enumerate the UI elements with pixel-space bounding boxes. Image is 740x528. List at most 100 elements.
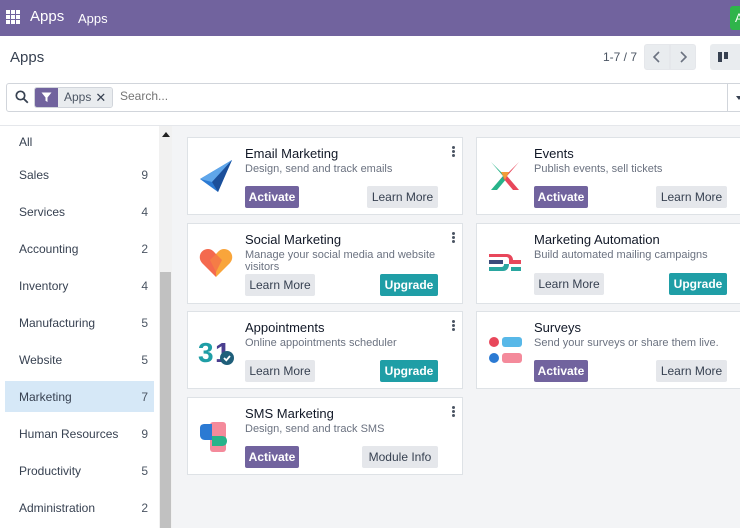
sidebar-item-count: 9 [141,167,148,182]
app-card-description: Send your surveys or share them live. [534,337,719,349]
sidebar-item-count: 4 [141,278,148,293]
top-navbar: Apps Apps A [0,0,740,36]
app-card-title: Appointments [245,320,325,335]
navbar-brand[interactable]: Apps [30,8,64,25]
sidebar-item-website[interactable]: Website 5 [5,344,154,375]
navbar-menu-apps[interactable]: Apps [78,11,108,26]
app-card-sms-marketing[interactable]: SMS Marketing Design, send and track SMS… [187,397,463,475]
sidebar-item-count: 5 [141,463,148,478]
search-input[interactable] [120,89,600,103]
sidebar-item-label: Marketing [19,389,72,404]
app-card-title: Surveys [534,320,581,335]
pager-previous-button[interactable] [644,44,670,70]
app-card-marketing-automation[interactable]: Marketing Automation Build automated mai… [476,223,740,304]
app-card-title: Email Marketing [245,146,339,161]
marketing-automation-icon [489,254,521,271]
app-card-title: Social Marketing [245,232,342,247]
breadcrumb: Apps [10,49,45,66]
activate-button[interactable]: Activate [245,186,299,208]
search-options-toggle[interactable] [727,84,740,111]
app-card-title: Events [534,146,574,161]
upgrade-button[interactable]: Upgrade [380,360,438,382]
sidebar-item-count: 2 [141,500,148,515]
app-card-description: Design, send and track emails [245,163,393,175]
scroll-up-arrow-icon[interactable] [162,132,170,137]
scrollbar-thumb[interactable] [160,272,171,528]
app-menu-grid-icon[interactable] [6,10,20,24]
card-menu-icon[interactable] [452,146,455,158]
sidebar-item-count: 4 [141,204,148,219]
sidebar-item-label: Productivity [19,463,82,478]
sidebar-item-marketing[interactable]: Marketing 7 [5,381,154,412]
app-card-description: Online appointments scheduler [245,337,397,349]
card-menu-icon[interactable] [452,406,455,418]
module-info-button[interactable]: Module Info [362,446,438,468]
sidebar-item-count: 2 [141,241,148,256]
pager-next-button[interactable] [670,44,696,70]
sidebar-item-all[interactable]: All [5,126,154,157]
pager-value[interactable]: 1-7 / 7 [603,50,637,64]
kanban-icon [718,52,728,62]
remove-facet-icon[interactable]: ✕ [95,88,113,107]
sidebar-item-inventory[interactable]: Inventory 4 [5,270,154,301]
sidebar-item-label: Accounting [19,241,79,256]
sidebar-item-human-resources[interactable]: Human Resources 9 [5,418,154,449]
apps-kanban: Email Marketing Design, send and track e… [172,126,740,528]
events-icon [491,162,519,190]
search-icon[interactable] [15,90,29,104]
app-card-social-marketing[interactable]: Social Marketing Manage your social medi… [187,223,463,304]
sidebar-item-count: 9 [141,426,148,441]
app-card-description: Publish events, sell tickets [534,163,663,175]
learn-more-button[interactable]: Learn More [245,360,315,382]
upgrade-button[interactable]: Upgrade [380,274,438,296]
learn-more-button[interactable]: Learn More [367,186,438,208]
sidebar-item-label: Inventory [19,278,69,293]
filter-icon [35,88,58,107]
user-avatar[interactable]: A [730,6,740,30]
sidebar-item-services[interactable]: Services 4 [5,196,154,227]
card-menu-icon[interactable] [452,320,455,332]
sidebar-item-label: Services [19,204,66,219]
app-card-description: Design, send and track SMS [245,423,385,435]
sidebar-item-label: Administration [19,500,96,515]
activate-button[interactable]: Activate [245,446,299,468]
learn-more-button[interactable]: Learn More [245,274,315,296]
learn-more-button[interactable]: Learn More [534,273,604,295]
social-marketing-icon [199,249,233,277]
filter-facet-label: Apps [58,88,96,107]
app-card-appointments[interactable]: 3 1 Appointments Online appointments sch… [187,311,463,389]
app-card-events[interactable]: Events Publish events, sell tickets Acti… [476,137,740,215]
learn-more-button[interactable]: Learn More [656,360,727,382]
sidebar-item-label: Human Resources [19,426,119,441]
sidebar-item-manufacturing[interactable]: Manufacturing 5 [5,307,154,338]
app-card-description: Manage your social media and website vis… [245,249,436,273]
search-bar[interactable]: Apps ✕ [6,83,740,112]
sidebar-item-label: Manufacturing [19,315,96,330]
learn-more-button[interactable]: Learn More [656,186,727,208]
sidebar-item-count: 7 [141,389,148,404]
category-sidebar: All Sales 9 Services 4 Accounting 2 Invento… [0,126,172,528]
activate-button[interactable]: Activate [534,186,588,208]
upgrade-button[interactable]: Upgrade [669,273,727,295]
sidebar-item-productivity[interactable]: Productivity 5 [5,455,154,486]
sidebar-item-sales[interactable]: Sales 9 [5,159,154,190]
sidebar-item-count: 5 [141,315,148,330]
sidebar-scrollbar[interactable] [159,126,172,528]
app-card-title: SMS Marketing [245,406,334,421]
sidebar-item-administration[interactable]: Administration 2 [5,492,154,523]
chevron-left-icon [653,51,660,63]
app-card-surveys[interactable]: Surveys Send your surveys or share them … [476,311,740,389]
app-card-description: Build automated mailing campaigns [534,249,708,261]
activate-button[interactable]: Activate [534,360,588,382]
svg-text:3: 3 [198,337,214,368]
sidebar-item-accounting[interactable]: Accounting 2 [5,233,154,264]
sidebar-item-label: Website [19,352,63,367]
card-menu-icon[interactable] [452,232,455,244]
sidebar-item-label: Sales [19,167,50,182]
kanban-view-button[interactable] [710,44,740,70]
app-card-email-marketing[interactable]: Email Marketing Design, send and track e… [187,137,463,215]
app-card-title: Marketing Automation [534,232,660,247]
chevron-right-icon [680,51,687,63]
sms-marketing-icon [200,422,227,452]
surveys-icon [489,337,522,363]
